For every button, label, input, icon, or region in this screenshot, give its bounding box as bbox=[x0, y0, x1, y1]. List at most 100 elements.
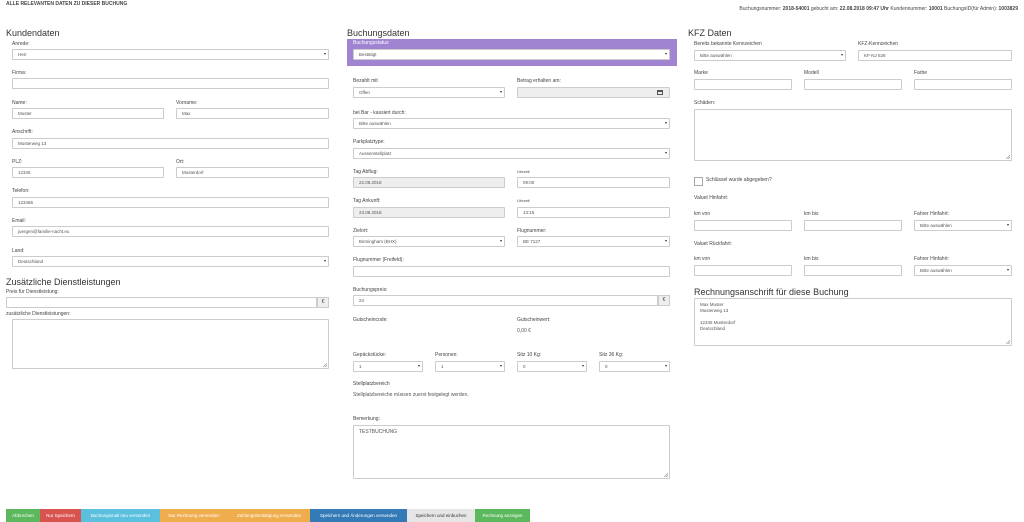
flug-label: Flugnummer: bbox=[517, 228, 547, 234]
bemerkung-textarea[interactable]: TESTBUCHUNG bbox=[353, 425, 670, 479]
betrag-input[interactable] bbox=[517, 87, 670, 98]
preis-input[interactable]: 24 bbox=[353, 295, 658, 306]
resize-handle-icon[interactable] bbox=[1006, 155, 1010, 159]
nur-speichern-button[interactable]: Nur Speichern bbox=[40, 509, 81, 522]
modell-input[interactable] bbox=[804, 79, 902, 90]
km-bis-input[interactable] bbox=[804, 220, 902, 231]
personen-select[interactable]: 1 bbox=[435, 361, 505, 372]
anrede-label: Anrede: bbox=[12, 41, 30, 47]
buchungsmail-button[interactable]: Buchungsmail neu versenden bbox=[81, 509, 160, 522]
fahrer-hin-select[interactable]: Bitte auswählen bbox=[914, 220, 1012, 231]
fahrer-hin-label: Fahrer Hinfahrt: bbox=[914, 211, 950, 217]
personen-label: Personen: bbox=[435, 352, 458, 358]
bar-value: Bitte auswählen bbox=[359, 121, 391, 126]
name-input[interactable]: Muster bbox=[12, 108, 164, 119]
chevron-down-icon bbox=[841, 54, 843, 56]
bekannt-label: Bereits bekannte Kennzeichen bbox=[694, 41, 762, 47]
nur-rechnung-button[interactable]: Nur Rechnung versenden bbox=[160, 509, 228, 522]
gutscheinwert-value: 0,00 € bbox=[517, 328, 531, 334]
gepaeck-value: 1 bbox=[359, 364, 362, 369]
uhrzeit2-label: Uhrzeit bbox=[517, 198, 530, 203]
zahlungsbestaetigung-button[interactable]: Zahlungsbestätigung versenden bbox=[228, 509, 310, 522]
name-label: Name: bbox=[12, 100, 27, 106]
kennzeichen-input[interactable]: KF-NJ 528 bbox=[858, 50, 1012, 61]
km-bis2-input[interactable] bbox=[804, 265, 902, 276]
speichern-einbuchen-button[interactable]: Speichern und einbuchen bbox=[407, 509, 475, 522]
schaeden-textarea[interactable] bbox=[694, 109, 1012, 161]
booking-id-label: BuchungsID(für Admin): bbox=[944, 6, 998, 12]
flug-select[interactable]: BE 7127 bbox=[517, 236, 670, 247]
booking-id: 1003829 bbox=[998, 6, 1018, 12]
farbe-input[interactable] bbox=[914, 79, 1012, 90]
bar-label: bei Bar - kassiert durch: bbox=[353, 110, 406, 116]
booking-number-label: Buchungsnummer: bbox=[739, 6, 782, 12]
preis-label: Buchungspreis: bbox=[353, 287, 388, 293]
modell-label: Modell bbox=[804, 70, 819, 76]
km-von2-label: km von bbox=[694, 256, 711, 262]
sitz10-value: 0 bbox=[523, 364, 526, 369]
marke-label: Marke bbox=[694, 70, 708, 76]
marke-input[interactable] bbox=[694, 79, 792, 90]
chevron-down-icon bbox=[665, 122, 667, 124]
section-title-kfz: KFZ Daten bbox=[688, 28, 732, 38]
farbe-label: Farbe bbox=[914, 70, 928, 76]
resize-handle-icon[interactable] bbox=[1006, 340, 1010, 344]
gepaeck-select[interactable]: 1 bbox=[353, 361, 423, 372]
schluessel-label: Schlüssel wurde abgegeben? bbox=[706, 177, 772, 183]
chevron-down-icon bbox=[665, 365, 667, 367]
chevron-down-icon bbox=[665, 152, 667, 154]
abbrechen-button[interactable]: Abbrechen bbox=[6, 509, 40, 522]
schluessel-checkbox[interactable] bbox=[694, 177, 703, 186]
abflug-input[interactable]: 22.08.2018 bbox=[353, 177, 505, 188]
bar-select[interactable]: Bitte auswählen bbox=[353, 118, 670, 129]
fahrer-hin-value: Bitte auswählen bbox=[920, 223, 952, 228]
speichern-aenderungen-button[interactable]: Speichern und Änderungen versenden bbox=[310, 509, 407, 522]
bekannt-select[interactable]: Bitte auswählen bbox=[694, 50, 846, 61]
dienst-preis-input[interactable] bbox=[6, 297, 317, 308]
uhrzeit1-input[interactable]: 09:00 bbox=[517, 177, 670, 188]
ankunft-input[interactable]: 23.08.2018 bbox=[353, 207, 505, 218]
sitz10-select[interactable]: 0 bbox=[517, 361, 587, 372]
anrede-select[interactable]: Herr bbox=[12, 49, 329, 60]
resize-handle-icon[interactable] bbox=[664, 473, 668, 477]
status-select[interactable]: Bestätigt bbox=[353, 49, 670, 60]
flugfrei-input[interactable] bbox=[353, 266, 670, 277]
fahrer-rueck-select[interactable]: Bitte auswählen bbox=[914, 265, 1012, 276]
anschrift-input[interactable]: Musterweg 13 bbox=[12, 138, 329, 149]
firma-input[interactable] bbox=[12, 78, 329, 89]
vorname-input[interactable]: Max bbox=[176, 108, 329, 119]
km-von-input[interactable] bbox=[694, 220, 792, 231]
uhrzeit2-input[interactable]: 13:15 bbox=[517, 207, 670, 218]
chevron-down-icon bbox=[665, 53, 667, 55]
park-label: Parkplatztype: bbox=[353, 139, 385, 145]
stellplatz-text: Stellplatzbereiche müssen zuerst festgel… bbox=[353, 392, 469, 398]
schaeden-label: Schäden: bbox=[694, 100, 716, 106]
anschrift-label: Anschrift: bbox=[12, 129, 33, 135]
ort-input[interactable]: Musterdorf bbox=[176, 167, 329, 178]
land-select[interactable]: Deutschland bbox=[12, 256, 329, 267]
resize-handle-icon[interactable] bbox=[323, 363, 327, 367]
land-label: Land: bbox=[12, 248, 25, 254]
section-title-kundendaten: Kundendaten bbox=[6, 28, 60, 38]
bezahlt-select[interactable]: Offen bbox=[353, 87, 505, 98]
calendar-icon[interactable] bbox=[657, 90, 663, 95]
gutschein-label: Gutscheincode: bbox=[353, 317, 388, 323]
chevron-down-icon bbox=[418, 365, 420, 367]
chevron-down-icon bbox=[324, 53, 326, 55]
ziel-select[interactable]: Birmingham (BHX) bbox=[353, 236, 505, 247]
sitz36-select[interactable]: 0 bbox=[599, 361, 670, 372]
betrag-label: Betrag erhalten am: bbox=[517, 78, 561, 84]
park-select[interactable]: Aussenstellplatz bbox=[353, 148, 670, 159]
plz-input[interactable]: 12345 bbox=[12, 167, 164, 178]
dienst-textarea[interactable] bbox=[12, 319, 329, 369]
personen-value: 1 bbox=[441, 364, 444, 369]
km-von2-input[interactable] bbox=[694, 265, 792, 276]
telefon-input[interactable]: 123456 bbox=[12, 197, 329, 208]
chevron-down-icon bbox=[1007, 224, 1009, 226]
uhrzeit1-label: Uhrzeit bbox=[517, 169, 530, 174]
gutscheinwert-label: Gutscheinwert: bbox=[517, 317, 551, 323]
chevron-down-icon bbox=[500, 240, 502, 242]
rechnung-anzeigen-button[interactable]: Rechnung anzeigen bbox=[475, 509, 530, 522]
email-input[interactable]: juergen@familie-nacht.eu bbox=[12, 226, 329, 237]
rechnung-textarea[interactable]: Max Muster Musterweg 13 12345 Musterdorf… bbox=[694, 298, 1012, 346]
